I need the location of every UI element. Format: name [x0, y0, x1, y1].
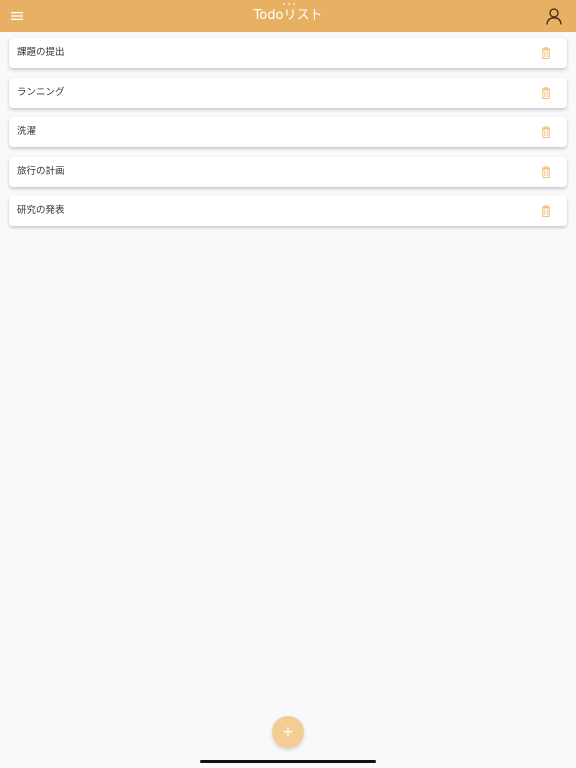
todo-list: 課題の提出 ランニング 洗濯 旅行の計画 研究の発表 [9, 38, 567, 236]
delete-button[interactable] [539, 86, 553, 100]
todo-item[interactable]: 洗濯 [9, 117, 567, 147]
todo-item[interactable]: ランニング [9, 77, 567, 108]
home-indicator[interactable] [200, 760, 376, 763]
trash-icon [542, 126, 550, 139]
trash-icon [542, 165, 550, 178]
todo-item[interactable]: 研究の発表 [9, 196, 567, 226]
trash-icon [542, 86, 550, 99]
user-account-icon [546, 8, 562, 25]
delete-button[interactable] [539, 46, 553, 60]
delete-button[interactable] [539, 165, 553, 179]
page-title: Todoリスト [253, 8, 323, 23]
add-todo-button[interactable]: + [272, 716, 304, 748]
todo-label: 旅行の計画 [17, 165, 65, 177]
todo-label: 研究の発表 [17, 205, 65, 216]
trash-icon [542, 205, 550, 218]
delete-button[interactable] [539, 204, 553, 218]
trash-icon [542, 47, 550, 60]
account-button[interactable] [543, 5, 565, 27]
todo-item[interactable]: 課題の提出 [9, 38, 567, 68]
todo-label: 洗濯 [17, 126, 37, 137]
app-header: Todoリスト [0, 0, 576, 32]
multitasking-dots-icon[interactable] [283, 3, 295, 6]
todo-label: 課題の提出 [17, 47, 65, 58]
todo-item[interactable]: 旅行の計画 [9, 156, 567, 187]
todo-label: ランニング [17, 86, 65, 98]
delete-button[interactable] [539, 125, 553, 139]
plus-icon: + [282, 724, 294, 740]
